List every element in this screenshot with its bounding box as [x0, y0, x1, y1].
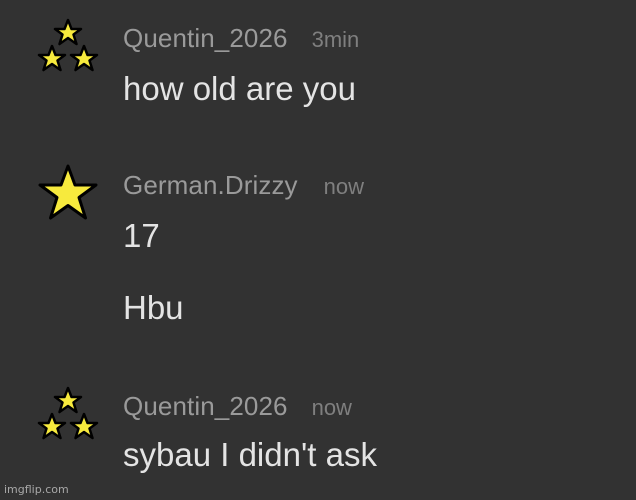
- message-header: Quentin_2026 now: [123, 391, 352, 422]
- message-text: 17: [123, 217, 160, 254]
- three-stars-icon[interactable]: [36, 386, 100, 450]
- chat-screen: Quentin_2026 3min how old are you German.…: [0, 0, 636, 500]
- watermark: imgflip.com: [4, 483, 69, 496]
- timestamp: now: [323, 174, 365, 199]
- message-header: German.Drizzy now: [123, 170, 364, 201]
- message-text: sybau I didn't ask: [123, 436, 377, 473]
- message-header: Quentin_2026 3min: [123, 23, 359, 54]
- three-stars-icon[interactable]: [36, 18, 100, 82]
- username[interactable]: Quentin_2026: [123, 23, 288, 53]
- message-text: how old are you: [123, 70, 356, 107]
- star-icon[interactable]: [36, 162, 100, 226]
- timestamp: now: [311, 395, 352, 420]
- timestamp: 3min: [311, 27, 360, 52]
- message-text: Hbu: [123, 289, 184, 326]
- username[interactable]: Quentin_2026: [123, 391, 288, 421]
- username[interactable]: German.Drizzy: [123, 170, 298, 200]
- chat-message: Quentin_2026 now sybau I didn't ask: [0, 386, 636, 486]
- chat-message: Quentin_2026 3min how old are you: [0, 18, 636, 118]
- chat-message: German.Drizzy now 17 Hbu: [0, 162, 636, 332]
